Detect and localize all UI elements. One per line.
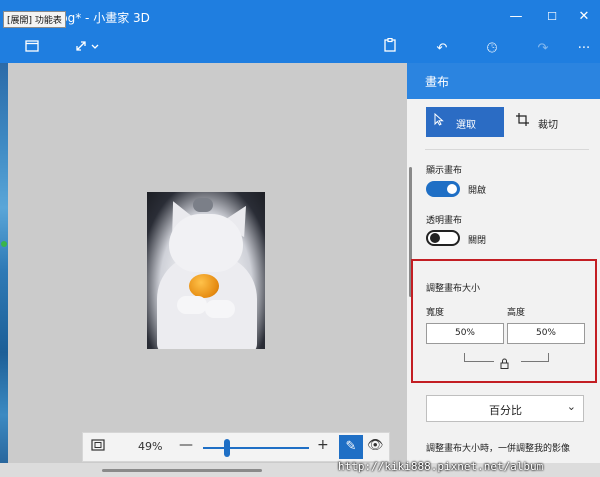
zoom-bar: 49% — + ✎ 👁︎ <box>82 432 390 462</box>
chevron-down-icon: ⌄ <box>566 400 576 413</box>
desktop-background <box>0 63 8 477</box>
minimize-icon[interactable]: — <box>506 7 526 27</box>
fit-to-screen-icon[interactable] <box>89 439 107 455</box>
unit-dropdown[interactable]: 百分比 ⌄ <box>426 395 584 422</box>
desktop-icon-dot <box>1 241 7 247</box>
transparent-canvas-label: 透明畫布 <box>426 216 463 226</box>
show-canvas-toggle[interactable] <box>426 181 460 197</box>
zoom-percent: 49% <box>138 440 163 453</box>
cat-paw-right <box>205 300 235 318</box>
panel-header: 畫布 <box>407 63 600 99</box>
transparent-canvas-state: 關閉 <box>468 236 487 246</box>
paste-icon[interactable] <box>380 37 400 60</box>
canvas-area[interactable] <box>8 63 407 463</box>
show-canvas-state: 開啟 <box>468 186 487 196</box>
crop-icon <box>516 113 529 130</box>
undo-icon[interactable]: ↶ <box>432 38 452 60</box>
cat-paw-left <box>177 296 207 314</box>
command-bar: ↶ 🕒︎ ↷ ··· <box>0 34 600 63</box>
cat-head <box>169 214 243 272</box>
unit-value: 百分比 <box>489 404 522 417</box>
height-input[interactable]: 50% <box>507 323 585 344</box>
height-label: 高度 <box>507 308 526 318</box>
panel-title: 畫布 <box>425 75 450 89</box>
width-label: 寬度 <box>426 308 445 318</box>
more-icon[interactable]: ··· <box>574 38 594 60</box>
canvas-image[interactable] <box>147 192 265 349</box>
zoom-slider-track[interactable] <box>203 447 309 449</box>
orange-ball <box>189 274 219 298</box>
select-button[interactable]: 選取 <box>426 107 504 137</box>
resize-image-note: 調整畫布大小時，一併調整我的影像 <box>426 444 571 454</box>
redo-icon[interactable]: ↷ <box>533 38 553 60</box>
crop-button[interactable]: 裁切 <box>512 107 590 137</box>
pen-icon[interactable]: ✎ <box>339 435 363 459</box>
lock-aspect-icon[interactable] <box>500 358 509 372</box>
title-bar: pg* - 小畫家 3D — ☐ ✕ <box>0 0 600 34</box>
canvas-panel: 畫布 選取 裁切 顯示畫布 開啟 透明畫布 關閉 調整畫布大小 寬度 高度 50… <box>407 63 600 477</box>
aspect-link-right <box>521 353 549 362</box>
width-input[interactable]: 50% <box>426 323 504 344</box>
history-icon[interactable]: 🕒︎ <box>482 38 502 60</box>
cursor-icon <box>434 112 444 129</box>
resize-canvas-title: 調整畫布大小 <box>426 284 481 294</box>
aspect-link-left <box>464 353 494 362</box>
maximize-icon[interactable]: ☐ <box>542 7 562 27</box>
zoom-slider-thumb[interactable] <box>224 439 230 457</box>
panel-divider <box>425 149 589 150</box>
window-title: pg* - 小畫家 3D <box>60 11 150 25</box>
eye-icon[interactable]: 👁︎ <box>367 438 384 453</box>
menu-icon[interactable] <box>22 38 42 60</box>
bottom-scrollbar[interactable] <box>102 469 262 472</box>
crop-label: 裁切 <box>538 120 558 131</box>
zoom-in-button[interactable]: + <box>317 437 329 453</box>
menu-tooltip: [展開] 功能表 <box>3 11 66 28</box>
show-canvas-label: 顯示畫布 <box>426 166 463 176</box>
expand-icon[interactable] <box>74 38 102 60</box>
zoom-out-button[interactable]: — <box>179 437 193 453</box>
transparent-canvas-toggle[interactable] <box>426 230 460 246</box>
watermark-url: http://kiki888.pixnet.net/album <box>338 460 544 473</box>
close-icon[interactable]: ✕ <box>574 7 594 27</box>
select-label: 選取 <box>456 120 476 131</box>
cat-spot <box>193 198 213 212</box>
